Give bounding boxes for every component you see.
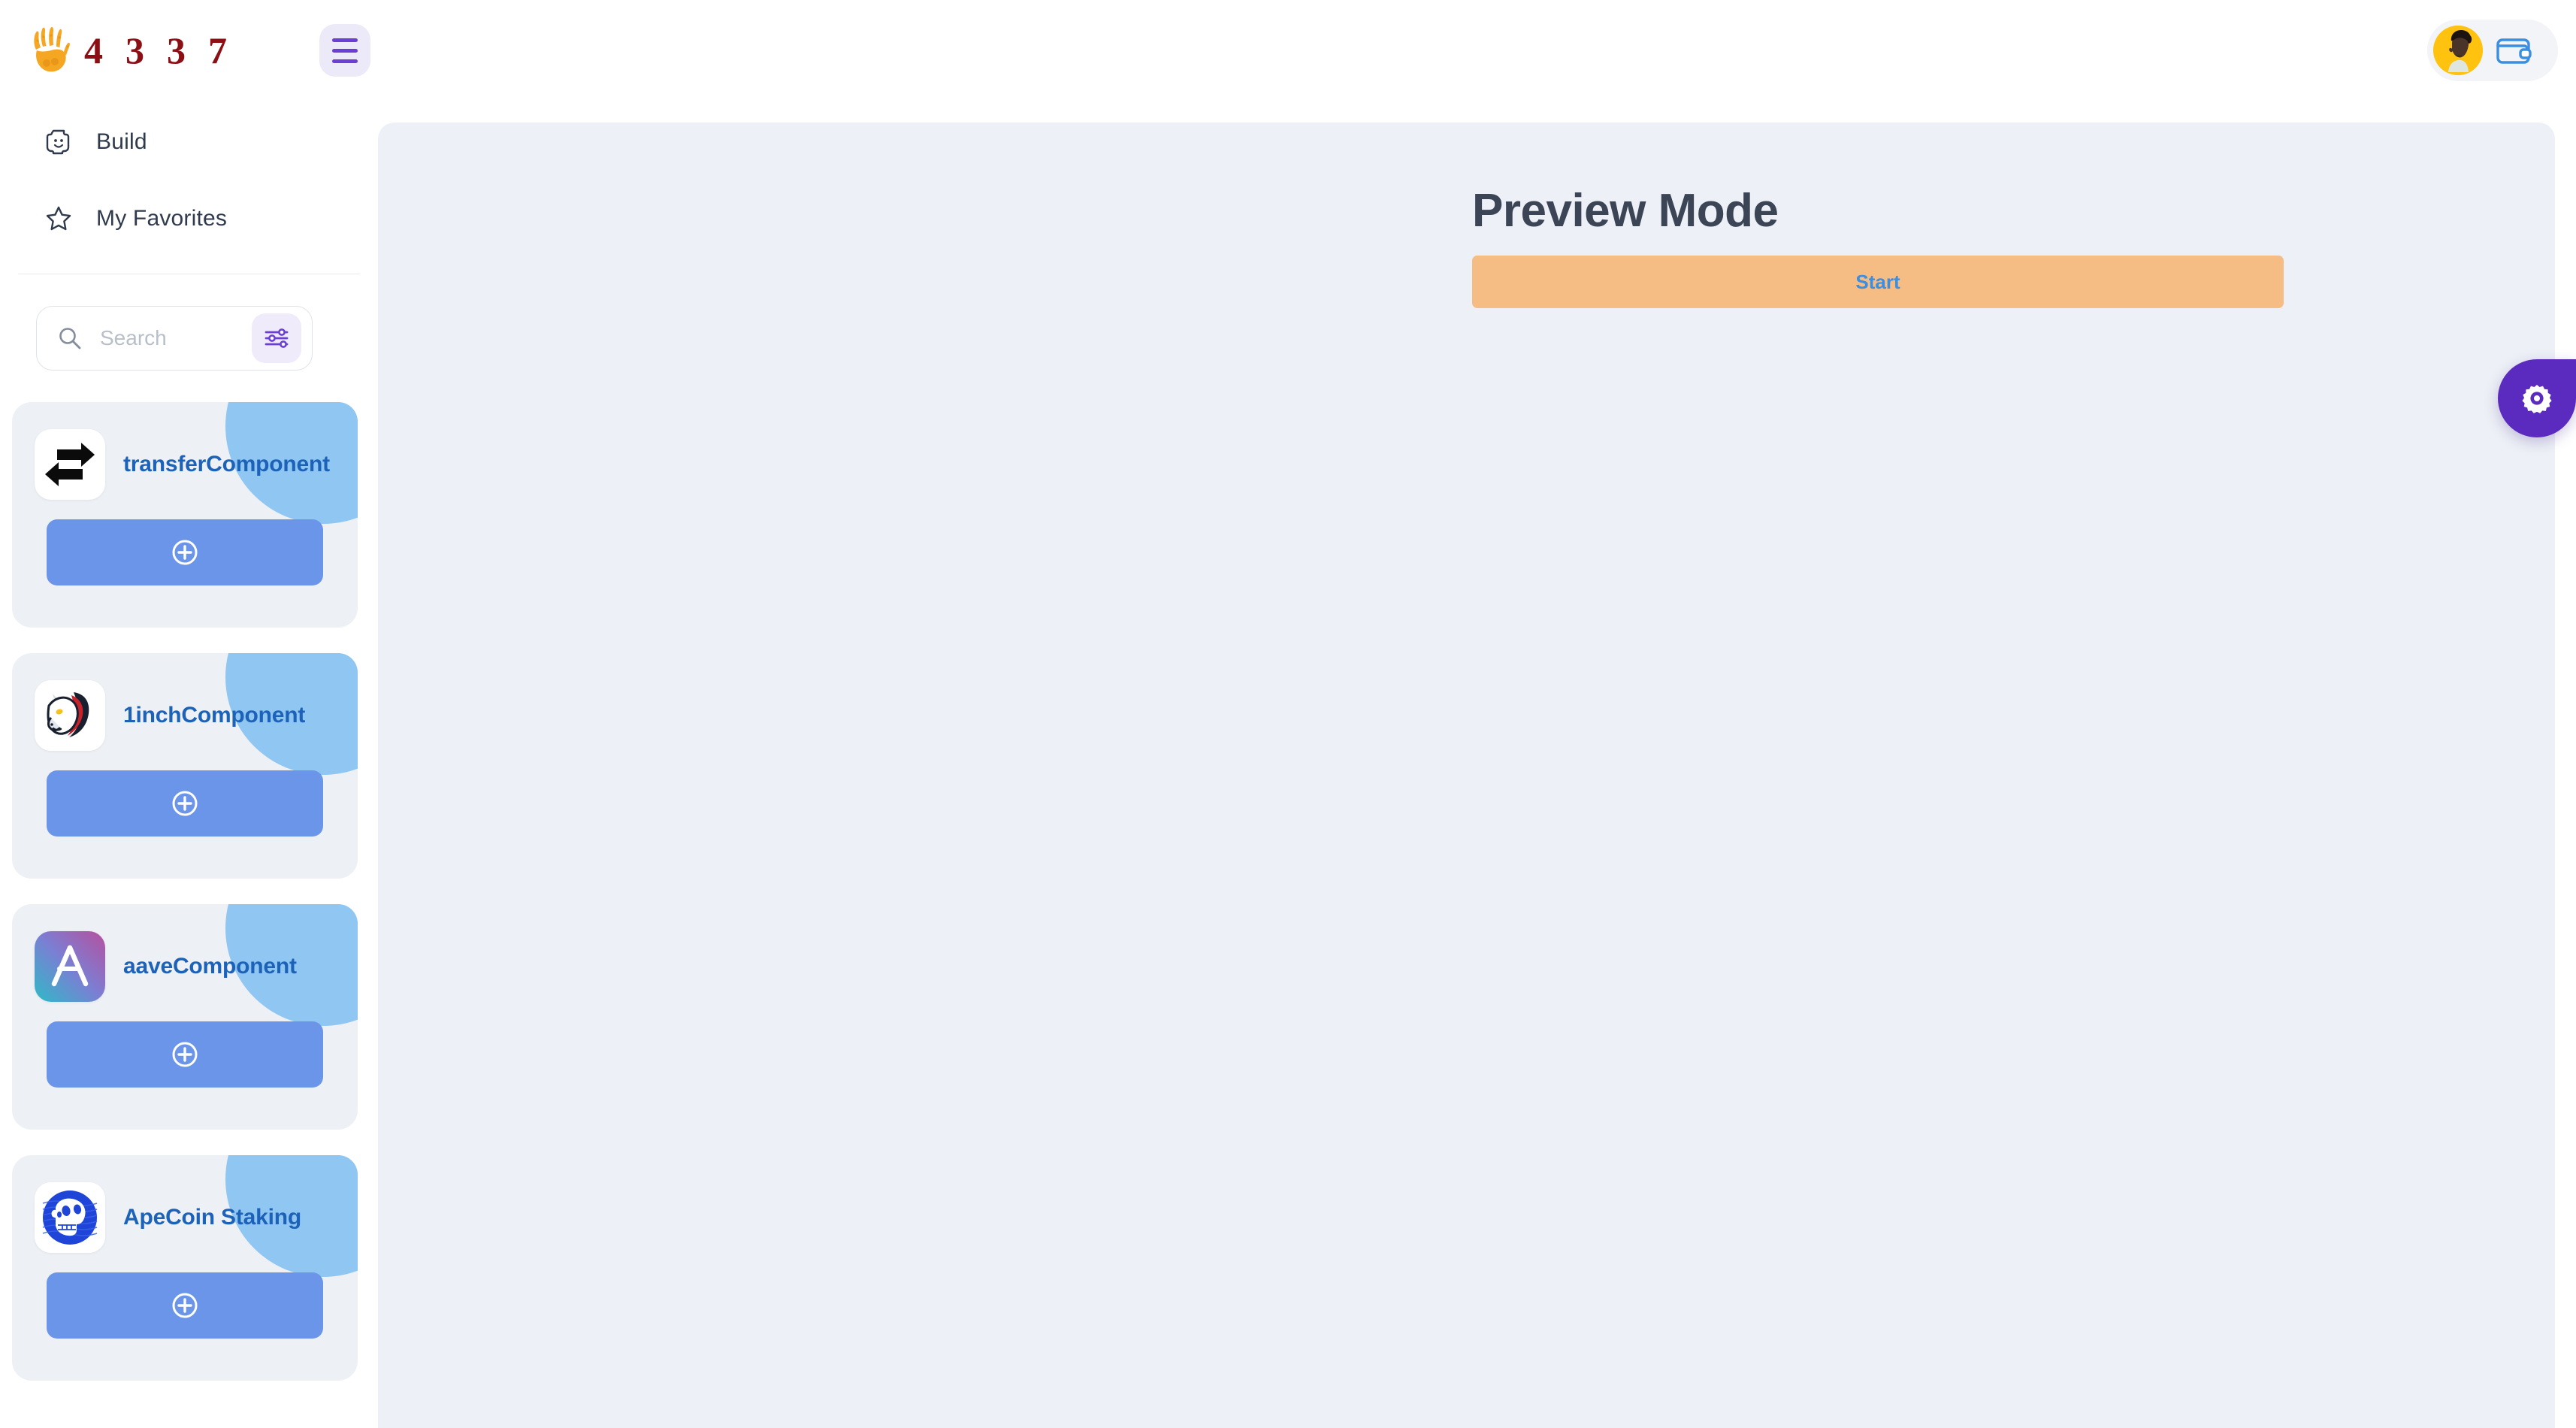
component-logo — [35, 429, 105, 500]
avatar-image — [2433, 26, 2483, 75]
lego-head-icon — [46, 129, 70, 155]
star-icon — [46, 206, 71, 231]
sidebar-item-my-favorites[interactable]: My Favorites — [0, 191, 378, 247]
account-pill[interactable] — [2427, 20, 2558, 81]
apecoin-skull-icon — [35, 1182, 105, 1253]
avatar[interactable] — [2433, 26, 2483, 75]
start-button[interactable]: Start — [1472, 256, 2284, 308]
page-title: Preview Mode — [1472, 185, 1779, 237]
brand-digit-2: 3 — [125, 29, 144, 71]
add-component-button[interactable] — [47, 770, 323, 837]
component-card[interactable]: aaveComponent — [12, 904, 358, 1130]
1inch-unicorn-icon — [35, 680, 105, 751]
component-list: transferComponent 1inchComponent aaveCom… — [0, 402, 378, 1381]
brand-digit-3: 3 — [167, 29, 186, 71]
component-title: transferComponent — [123, 452, 330, 477]
menu-toggle-button[interactable] — [319, 24, 370, 77]
search-bar[interactable] — [36, 306, 313, 371]
card-header: transferComponent — [12, 402, 358, 500]
plus-circle-icon — [172, 1293, 198, 1318]
brand-digits: 4 3 3 7 — [84, 32, 227, 69]
component-title: 1inchComponent — [123, 703, 306, 728]
gear-icon — [2522, 385, 2552, 413]
component-title: ApeCoin Staking — [123, 1205, 302, 1230]
brand-digit-1: 4 — [84, 29, 103, 71]
component-card[interactable]: ApeCoin Staking — [12, 1155, 358, 1381]
search-icon — [59, 328, 81, 349]
filter-button[interactable] — [252, 313, 301, 363]
plus-circle-icon — [172, 1042, 198, 1067]
card-header: ApeCoin Staking — [12, 1155, 358, 1253]
preview-canvas: Preview Mode Start — [378, 123, 2555, 1428]
component-card[interactable]: 1inchComponent — [12, 653, 358, 879]
card-header: 1inchComponent — [12, 653, 358, 751]
search-input[interactable] — [83, 326, 252, 350]
sidebar-item-label: Build — [96, 129, 147, 154]
sliders-icon — [265, 328, 289, 348]
sidebar: Build My Favorites Search transferCompon… — [0, 101, 378, 1428]
component-logo — [35, 680, 105, 751]
top-bar: 4 3 3 7 — [0, 0, 2576, 101]
component-logo — [35, 931, 105, 1002]
wallet-icon[interactable] — [2493, 30, 2534, 71]
card-header: aaveComponent — [12, 904, 358, 1002]
add-component-button[interactable] — [47, 519, 323, 585]
plus-circle-icon — [172, 540, 198, 565]
add-component-button[interactable] — [47, 1272, 323, 1339]
hamburger-bar — [332, 48, 358, 53]
component-title: aaveComponent — [123, 954, 297, 979]
plus-circle-icon — [172, 791, 198, 816]
component-card[interactable]: transferComponent — [12, 402, 358, 628]
aave-ghost-icon — [35, 931, 105, 1002]
sidebar-item-label: My Favorites — [96, 206, 228, 231]
hamburger-bar — [332, 59, 358, 63]
component-logo — [35, 1182, 105, 1253]
brand-digit-4: 7 — [208, 29, 227, 71]
add-component-button[interactable] — [47, 1021, 323, 1088]
hamburger-bar — [332, 38, 358, 42]
transfer-arrows-icon — [45, 443, 95, 486]
brand-logo[interactable]: 4 3 3 7 — [30, 20, 227, 81]
settings-button[interactable] — [2498, 359, 2576, 437]
sidebar-item-build[interactable]: Build — [0, 114, 378, 170]
flame-hand-icon — [34, 27, 70, 72]
